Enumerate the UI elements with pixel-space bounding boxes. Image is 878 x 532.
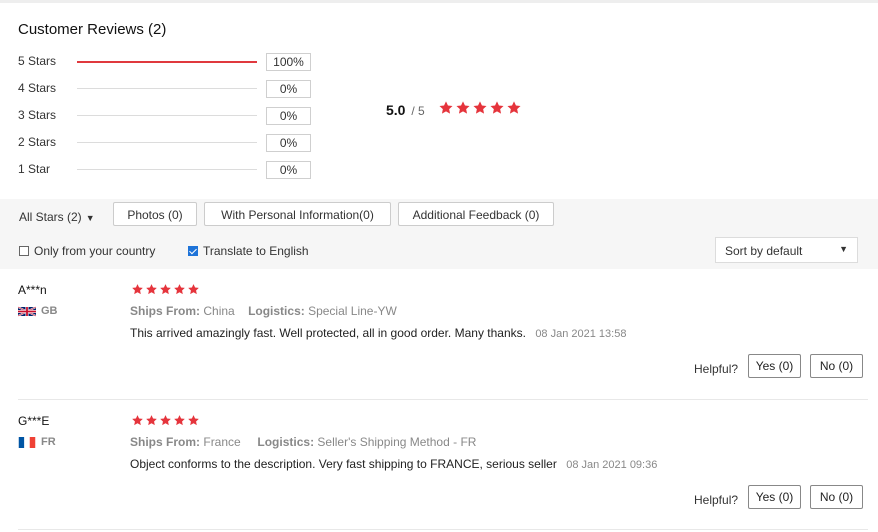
country-code: GB	[41, 305, 58, 317]
helpful-yes-button[interactable]: Yes (0)	[748, 354, 801, 378]
star-icon	[438, 100, 454, 116]
star-icon	[173, 414, 186, 427]
helpful-no-button[interactable]: No (0)	[810, 354, 863, 378]
review-text-line: Object conforms to the description. Very…	[130, 457, 657, 471]
rating-bar	[77, 142, 257, 143]
rating-label: 5 Stars	[18, 54, 57, 68]
star-icon	[489, 100, 505, 116]
chevron-down-icon: ▼	[839, 244, 848, 254]
star-icon	[131, 283, 144, 296]
star-icon	[455, 100, 471, 116]
ships-from-value: China	[203, 304, 235, 318]
helpful-label: Helpful?	[694, 362, 739, 376]
personal-info-filter-button[interactable]: With Personal Information(0)	[204, 202, 391, 226]
rating-percent: 0%	[266, 80, 311, 98]
rating-row-2: 2 Stars 0%	[18, 134, 318, 152]
rating-bar	[77, 169, 257, 170]
star-icon	[472, 100, 488, 116]
reviewer-name: G***E	[18, 414, 50, 428]
star-icon	[187, 283, 200, 296]
rating-row-3: 3 Stars 0%	[18, 107, 318, 125]
rating-percent: 0%	[266, 161, 311, 179]
country-code: FR	[41, 436, 56, 448]
additional-feedback-filter-button[interactable]: Additional Feedback (0)	[398, 202, 554, 226]
rating-label: 2 Stars	[18, 135, 57, 149]
average-rating: 5.0 / 5	[386, 102, 425, 118]
rating-row-4: 4 Stars 0%	[18, 80, 318, 98]
star-icon	[506, 100, 522, 116]
average-score: 5.0	[386, 102, 406, 118]
logistics-value: Seller's Shipping Method - FR	[317, 435, 477, 449]
rating-bar	[77, 88, 257, 89]
all-stars-dropdown[interactable]: All Stars (2) ▼	[19, 210, 95, 224]
logistics-label: Logistics:	[257, 435, 315, 449]
review-stars	[131, 414, 200, 427]
rating-bar	[77, 115, 257, 116]
rating-row-1: 1 Star 0%	[18, 161, 318, 179]
star-icon	[131, 414, 144, 427]
only-country-checkbox[interactable]	[19, 246, 29, 256]
reviewer-name: A***n	[18, 283, 47, 297]
logistics-value: Special Line-YW	[308, 304, 397, 318]
uk-flag-icon	[18, 305, 36, 317]
review-meta: Ships From: France Logistics: Seller's S…	[130, 435, 476, 449]
helpful-label: Helpful?	[694, 493, 739, 507]
only-country-label: Only from your country	[34, 244, 156, 258]
rating-row-5: 5 Stars 100%	[18, 53, 318, 71]
france-flag-icon	[18, 436, 36, 448]
star-icon	[159, 283, 172, 296]
helpful-no-button[interactable]: No (0)	[810, 485, 863, 509]
star-icon	[145, 414, 158, 427]
ships-from-label: Ships From:	[130, 304, 201, 318]
star-icon	[173, 283, 186, 296]
reviewer-country: GB	[18, 305, 58, 317]
only-country-option[interactable]: Only from your country	[19, 244, 155, 258]
ships-from-value: France	[203, 435, 241, 449]
rating-percent: 100%	[266, 53, 311, 71]
translate-option[interactable]: Translate to English	[188, 244, 309, 258]
chevron-down-icon: ▼	[85, 213, 95, 223]
rating-percent: 0%	[266, 107, 311, 125]
star-icon	[187, 414, 200, 427]
rating-bar	[77, 60, 257, 63]
translate-checkbox[interactable]	[188, 246, 198, 256]
rating-label: 3 Stars	[18, 108, 57, 122]
review-text: This arrived amazingly fast. Well protec…	[130, 326, 526, 340]
reviewer-country: FR	[18, 436, 56, 448]
all-stars-label: All Stars (2)	[19, 210, 82, 224]
star-icon	[159, 414, 172, 427]
review-text-line: This arrived amazingly fast. Well protec…	[130, 326, 626, 340]
average-out-of: / 5	[411, 104, 425, 118]
review-divider	[18, 529, 868, 530]
photos-filter-button[interactable]: Photos (0)	[113, 202, 197, 226]
rating-label: 4 Stars	[18, 81, 57, 95]
review-text: Object conforms to the description. Very…	[130, 457, 557, 471]
filter-bar: All Stars (2) ▼ Photos (0) With Personal …	[0, 199, 878, 269]
rating-bar-fill	[77, 60, 257, 63]
review-meta: Ships From: China Logistics: Special Lin…	[130, 304, 397, 318]
review-divider	[18, 399, 868, 400]
star-icon	[145, 283, 158, 296]
rating-percent: 0%	[266, 134, 311, 152]
rating-label: 1 Star	[18, 162, 51, 176]
average-stars	[438, 100, 522, 116]
review-date: 08 Jan 2021 13:58	[535, 328, 627, 340]
review-date: 08 Jan 2021 09:36	[566, 459, 658, 471]
top-border	[0, 0, 878, 3]
translate-label: Translate to English	[203, 244, 309, 258]
section-title: Customer Reviews (2)	[18, 21, 167, 38]
ships-from-label: Ships From:	[130, 435, 201, 449]
sort-select[interactable]: Sort by default ▼	[715, 237, 858, 263]
helpful-yes-button[interactable]: Yes (0)	[748, 485, 801, 509]
logistics-label: Logistics:	[248, 304, 305, 318]
review-stars	[131, 283, 200, 296]
sort-value: Sort by default	[725, 244, 803, 258]
